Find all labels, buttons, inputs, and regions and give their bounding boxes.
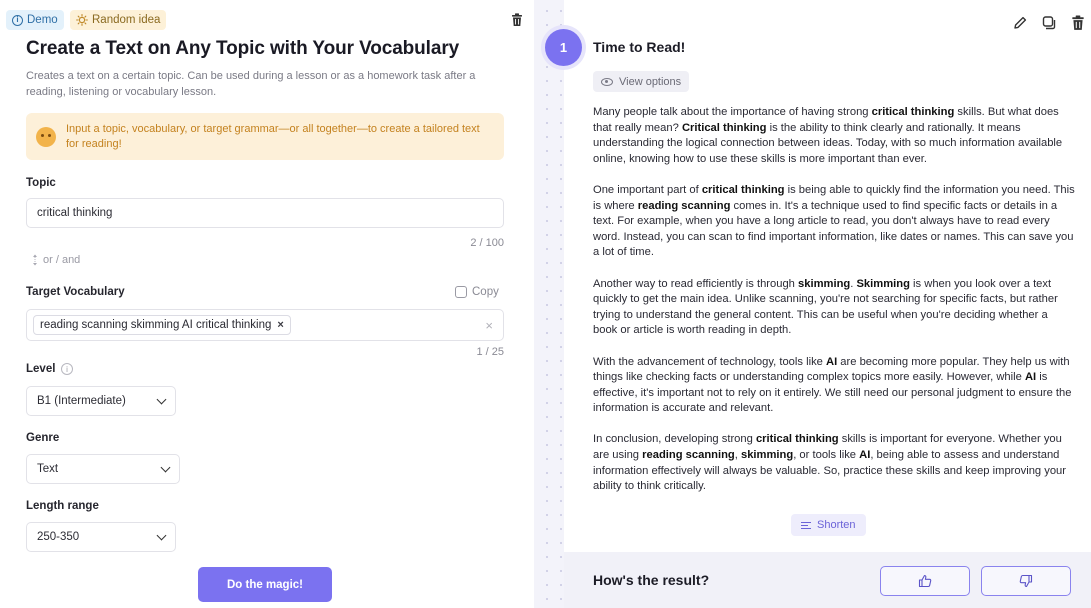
vocabulary-highlight: skimming <box>798 277 851 290</box>
text-segment: , or tools like <box>793 449 860 462</box>
chevron-down-icon <box>160 462 171 472</box>
lines-icon <box>801 521 811 529</box>
text-paragraph: In conclusion, developing strong critica… <box>593 432 1075 494</box>
copy-label: Copy <box>472 286 499 298</box>
topic-input[interactable]: critical thinking <box>26 198 504 228</box>
vertical-arrows-icon <box>33 254 37 266</box>
text-segment: With the advancement of technology, tool… <box>593 355 826 368</box>
vocabulary-counter: 1 / 25 <box>476 346 504 358</box>
shorten-label: Shorten <box>817 519 856 531</box>
topic-label: Topic <box>26 177 56 189</box>
vocabulary-highlight: Skimming <box>856 277 910 290</box>
view-options-label: View options <box>619 75 682 88</box>
demo-label: Demo <box>27 14 58 26</box>
chevron-down-icon <box>156 394 167 404</box>
text-paragraph: Another way to read efficiently is throu… <box>593 277 1075 339</box>
copy-vocabulary-button[interactable]: Copy <box>455 286 499 298</box>
text-segment: Another way to read efficiently is throu… <box>593 277 799 290</box>
vocabulary-highlight: reading scanning <box>642 449 735 462</box>
text-paragraph: With the advancement of technology, tool… <box>593 355 1075 417</box>
vocabulary-highlight: critical thinking <box>755 433 839 446</box>
generator-form-panel: i Demo Random idea Create a Text on Any … <box>0 0 534 608</box>
vocabulary-highlight: AI <box>1024 371 1037 384</box>
random-idea-button[interactable]: Random idea <box>70 10 167 30</box>
page-title: Create a Text on Any Topic with Your Voc… <box>26 38 460 59</box>
thumb-up-icon <box>918 574 932 588</box>
panel-divider <box>534 0 564 608</box>
remove-chip-button[interactable]: × <box>277 319 283 331</box>
length-range-select[interactable]: 250-350 <box>26 522 176 552</box>
smile-emoji-icon <box>36 126 56 147</box>
text-paragraph: One important part of critical thinking … <box>593 183 1075 261</box>
vocabulary-chip-text: reading scanning skimming AI critical th… <box>40 319 272 331</box>
clear-vocabulary-button[interactable]: × <box>485 318 493 333</box>
vocabulary-highlight: critical thinking <box>871 106 955 118</box>
vocabulary-highlight: Critical thinking <box>681 121 767 134</box>
or-and-text: or / and <box>43 254 81 266</box>
do-the-magic-button[interactable]: Do the magic! <box>198 567 332 602</box>
demo-badge[interactable]: i Demo <box>6 10 64 30</box>
feedback-question: How's the result? <box>593 572 710 588</box>
random-idea-label: Random idea <box>92 14 161 26</box>
eye-icon <box>601 77 613 86</box>
text-paragraph: Many people talk about the importance of… <box>593 105 1075 167</box>
topic-counter: 2 / 100 <box>470 237 504 249</box>
length-range-value: 250-350 <box>37 531 80 543</box>
text-segment: Many people talk about the importance of… <box>593 106 872 118</box>
result-title: Time to Read! <box>593 39 686 55</box>
hint-banner: Input a topic, vocabulary, or target gra… <box>26 113 504 160</box>
pencil-icon[interactable] <box>1013 15 1027 31</box>
generated-text: Many people talk about the importance of… <box>593 105 1075 510</box>
hint-text: Input a topic, vocabulary, or target gra… <box>66 122 480 150</box>
vocabulary-highlight: critical thinking <box>701 183 785 196</box>
sun-icon <box>76 14 88 26</box>
step-number-badge: 1 <box>545 29 582 66</box>
genre-label: Genre <box>26 432 60 444</box>
chevron-down-icon <box>156 530 167 540</box>
trash-icon[interactable] <box>511 13 523 27</box>
shorten-button[interactable]: Shorten <box>791 514 866 536</box>
thumb-down-icon <box>1019 574 1033 588</box>
vocabulary-input[interactable]: reading scanning skimming AI critical th… <box>26 309 504 341</box>
length-range-label: Length range <box>26 500 99 512</box>
topic-value: critical thinking <box>37 207 113 219</box>
thumbs-up-button[interactable] <box>880 566 970 596</box>
page-description: Creates a text on a certain topic. Can b… <box>26 70 476 98</box>
level-select[interactable]: B1 (Intermediate) <box>26 386 176 416</box>
or-and-separator: or / and <box>32 254 80 266</box>
trash-icon[interactable] <box>1071 15 1085 31</box>
copy-icon <box>455 286 467 298</box>
level-value: B1 (Intermediate) <box>37 395 126 407</box>
genre-select[interactable]: Text <box>26 454 180 484</box>
vocabulary-chip: reading scanning skimming AI critical th… <box>33 315 291 335</box>
target-vocabulary-label: Target Vocabulary <box>26 286 125 298</box>
view-options-button[interactable]: View options <box>593 71 690 92</box>
text-segment: In conclusion, developing strong <box>593 433 756 446</box>
text-segment: One important part of <box>593 183 702 196</box>
genre-value: Text <box>37 463 59 475</box>
copy-icon[interactable] <box>1042 15 1056 31</box>
info-icon[interactable]: i <box>61 363 73 375</box>
thumbs-down-button[interactable] <box>981 566 1071 596</box>
vocabulary-highlight: AI <box>826 355 838 368</box>
vocabulary-highlight: reading scanning <box>637 199 731 212</box>
level-label: Level <box>26 363 56 375</box>
vocabulary-highlight: AI <box>859 449 871 462</box>
info-icon: i <box>12 14 23 26</box>
vocabulary-highlight: skimming <box>740 449 794 462</box>
